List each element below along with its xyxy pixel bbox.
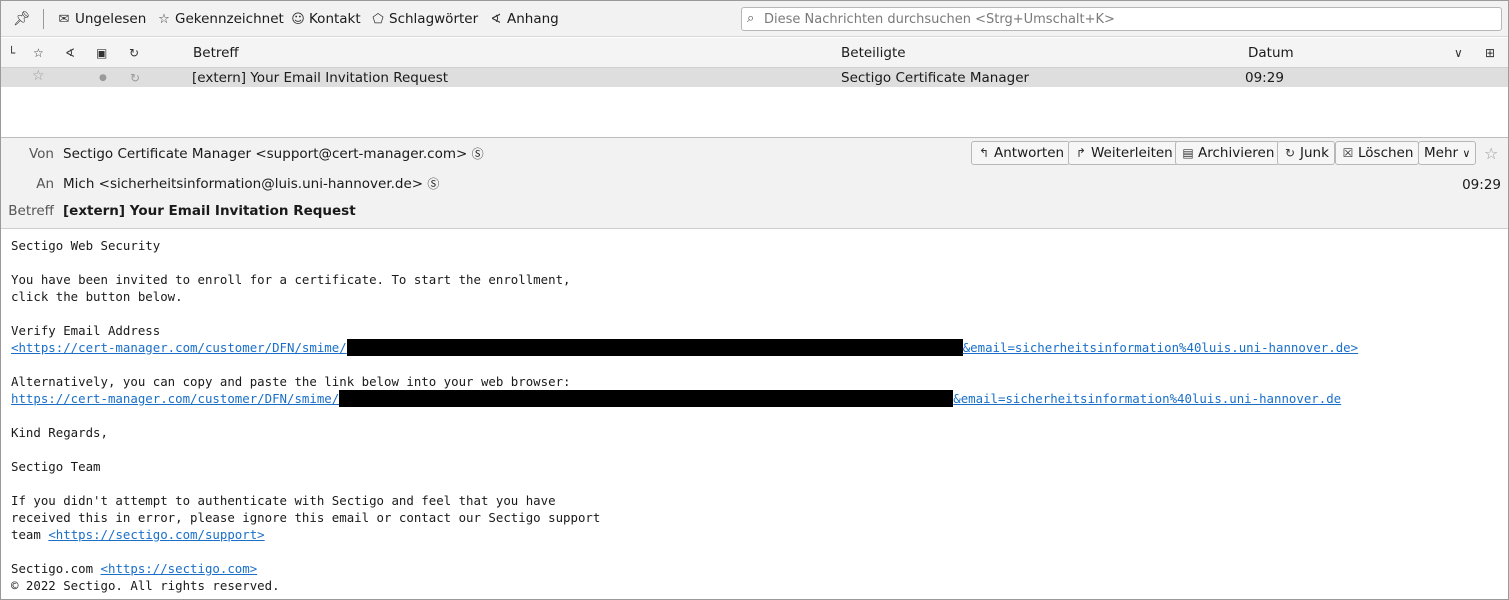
filter-starred-button[interactable]: ☆ Gekennzeichnet (156, 10, 284, 28)
support-link[interactable]: <https://sectigo.com/support> (48, 527, 264, 542)
subject-value: [extern] Your Email Invitation Request (63, 203, 356, 219)
column-date[interactable]: Datum (1248, 45, 1294, 61)
archive-icon: ▤ (1182, 146, 1194, 160)
row-date: 09:29 (1245, 70, 1284, 86)
attachment-icon: ∢ (490, 12, 502, 27)
column-participants[interactable]: Beteiligte (841, 45, 906, 61)
search-icon: ⌕ (747, 11, 755, 26)
website-line: Sectigo.com <https://sectigo.com> (11, 561, 258, 576)
reply-icon: ↰ (978, 146, 990, 160)
junk-button[interactable]: ↻ Junk (1277, 141, 1335, 165)
redaction-bar (346, 339, 963, 356)
body-line: Sectigo Web Security (11, 238, 161, 253)
contact-status-icon[interactable]: Ⓢ (472, 147, 484, 161)
support-line: team <https://sectigo.com/support> (11, 527, 265, 542)
filter-unread-button[interactable]: ✉ Ungelesen (56, 10, 147, 28)
from-label: Von (28, 146, 54, 162)
message-body: Sectigo Web Security You have been invit… (1, 229, 1508, 599)
sort-chevron-down-icon[interactable]: ∨ (1454, 45, 1463, 61)
verify-link[interactable]: <https://cert-manager.com/customer/DFN/s… (11, 340, 347, 355)
row-subject: [extern] Your Email Invitation Request (192, 70, 449, 86)
reply-button[interactable]: ↰ Antworten (971, 141, 1071, 165)
search-box[interactable]: ⌕ (741, 7, 1502, 31)
filter-attachment-button[interactable]: ∢ Anhang (488, 10, 559, 28)
search-input[interactable] (764, 10, 1494, 28)
body-line: Alternatively, you can copy and paste th… (11, 374, 571, 389)
tag-icon: ⬠ (372, 12, 384, 27)
attachment-column-icon[interactable]: ∢ (65, 45, 75, 61)
forward-button[interactable]: ↱ Weiterleiten (1068, 141, 1179, 165)
unread-icon: ✉ (58, 12, 70, 27)
contact-status-icon[interactable]: Ⓢ (427, 177, 439, 191)
copy-link[interactable]: https://cert-manager.com/customer/DFN/sm… (11, 391, 339, 406)
star-column-icon[interactable]: ☆ (33, 45, 44, 61)
body-line: received this in error, please ignore th… (11, 510, 601, 525)
quick-filter-bar: 📌︎ ✉ Ungelesen ☆ Gekennzeichnet ☺ Kontakt ⬠… (1, 1, 1508, 37)
mail-window: 📌︎ ✉ Ungelesen ☆ Gekennzeichnet ☺ Kontakt ⬠… (0, 0, 1509, 600)
pin-icon[interactable]: 📌︎ (12, 10, 32, 28)
filter-tags-button[interactable]: ⬠ Schlagwörter (370, 10, 478, 28)
star-icon[interactable]: ☆ (32, 69, 45, 84)
more-button[interactable]: Mehr ∨ (1418, 141, 1477, 165)
copyright-line: © 2022 Sectigo. All rights reserved. (11, 578, 280, 593)
delete-button[interactable]: ☒ Löschen (1335, 141, 1420, 165)
forward-icon: ↱ (1075, 146, 1087, 160)
column-subject[interactable]: Betreff (193, 45, 239, 61)
star-icon[interactable]: ☆ (1484, 144, 1498, 163)
trash-icon: ☒ (1342, 146, 1354, 160)
verify-link-end[interactable]: &email=sicherheitsinformation%40luis.uni… (963, 340, 1358, 355)
chevron-down-icon: ∨ (1462, 147, 1471, 160)
thread-column-icon[interactable]: └ (8, 45, 15, 61)
junk-icon: ↻ (1284, 146, 1296, 160)
body-line: If you didn't attempt to authenticate wi… (11, 493, 556, 508)
body-line: click the button below. (11, 289, 183, 304)
copy-link-line: https://cert-manager.com/customer/DFN/sm… (11, 390, 1341, 407)
column-picker-icon[interactable]: ⊞ (1485, 45, 1495, 61)
body-line: You have been invited to enroll for a ce… (11, 272, 571, 287)
toolbar-separator (43, 9, 44, 29)
star-icon: ☆ (158, 12, 170, 27)
subject-label: Betreff (8, 203, 54, 219)
junk-status-icon[interactable]: ↻ (130, 71, 140, 86)
redaction-bar (339, 390, 954, 407)
website-link[interactable]: <https://sectigo.com> (101, 561, 258, 576)
filter-contact-button[interactable]: ☺ Kontakt (290, 10, 360, 28)
read-dot-icon[interactable]: ● (99, 71, 107, 86)
message-header: Von Sectigo Certificate Manager <support… (1, 137, 1508, 229)
table-row[interactable]: ☆ ● ↻ [extern] Your Email Invitation Req… (1, 68, 1508, 87)
read-status-column-icon[interactable]: ▣ (96, 45, 107, 61)
body-line: Verify Email Address (11, 323, 161, 338)
message-time: 09:29 (1462, 177, 1501, 193)
thread-list-empty-area (1, 87, 1508, 137)
body-line: Sectigo Team (11, 459, 101, 474)
archive-button[interactable]: ▤ Archivieren (1175, 141, 1281, 165)
junk-column-icon[interactable]: ↻ (129, 45, 139, 61)
contact-icon: ☺ (291, 12, 305, 27)
verify-link-line: <https://cert-manager.com/customer/DFN/s… (11, 339, 1358, 356)
row-participants: Sectigo Certificate Manager (841, 70, 1030, 86)
body-line: Kind Regards, (11, 425, 108, 440)
to-value[interactable]: Mich <sicherheitsinformation@luis.uni-ha… (63, 176, 439, 192)
thread-list-header: └ ☆ ∢ ▣ ↻ Betreff Beteiligte Datum ∨ ⊞ (1, 38, 1508, 68)
to-label: An (36, 176, 54, 192)
copy-link-end[interactable]: &email=sicherheitsinformation%40luis.uni… (953, 391, 1341, 406)
from-value[interactable]: Sectigo Certificate Manager <support@cer… (63, 146, 484, 162)
